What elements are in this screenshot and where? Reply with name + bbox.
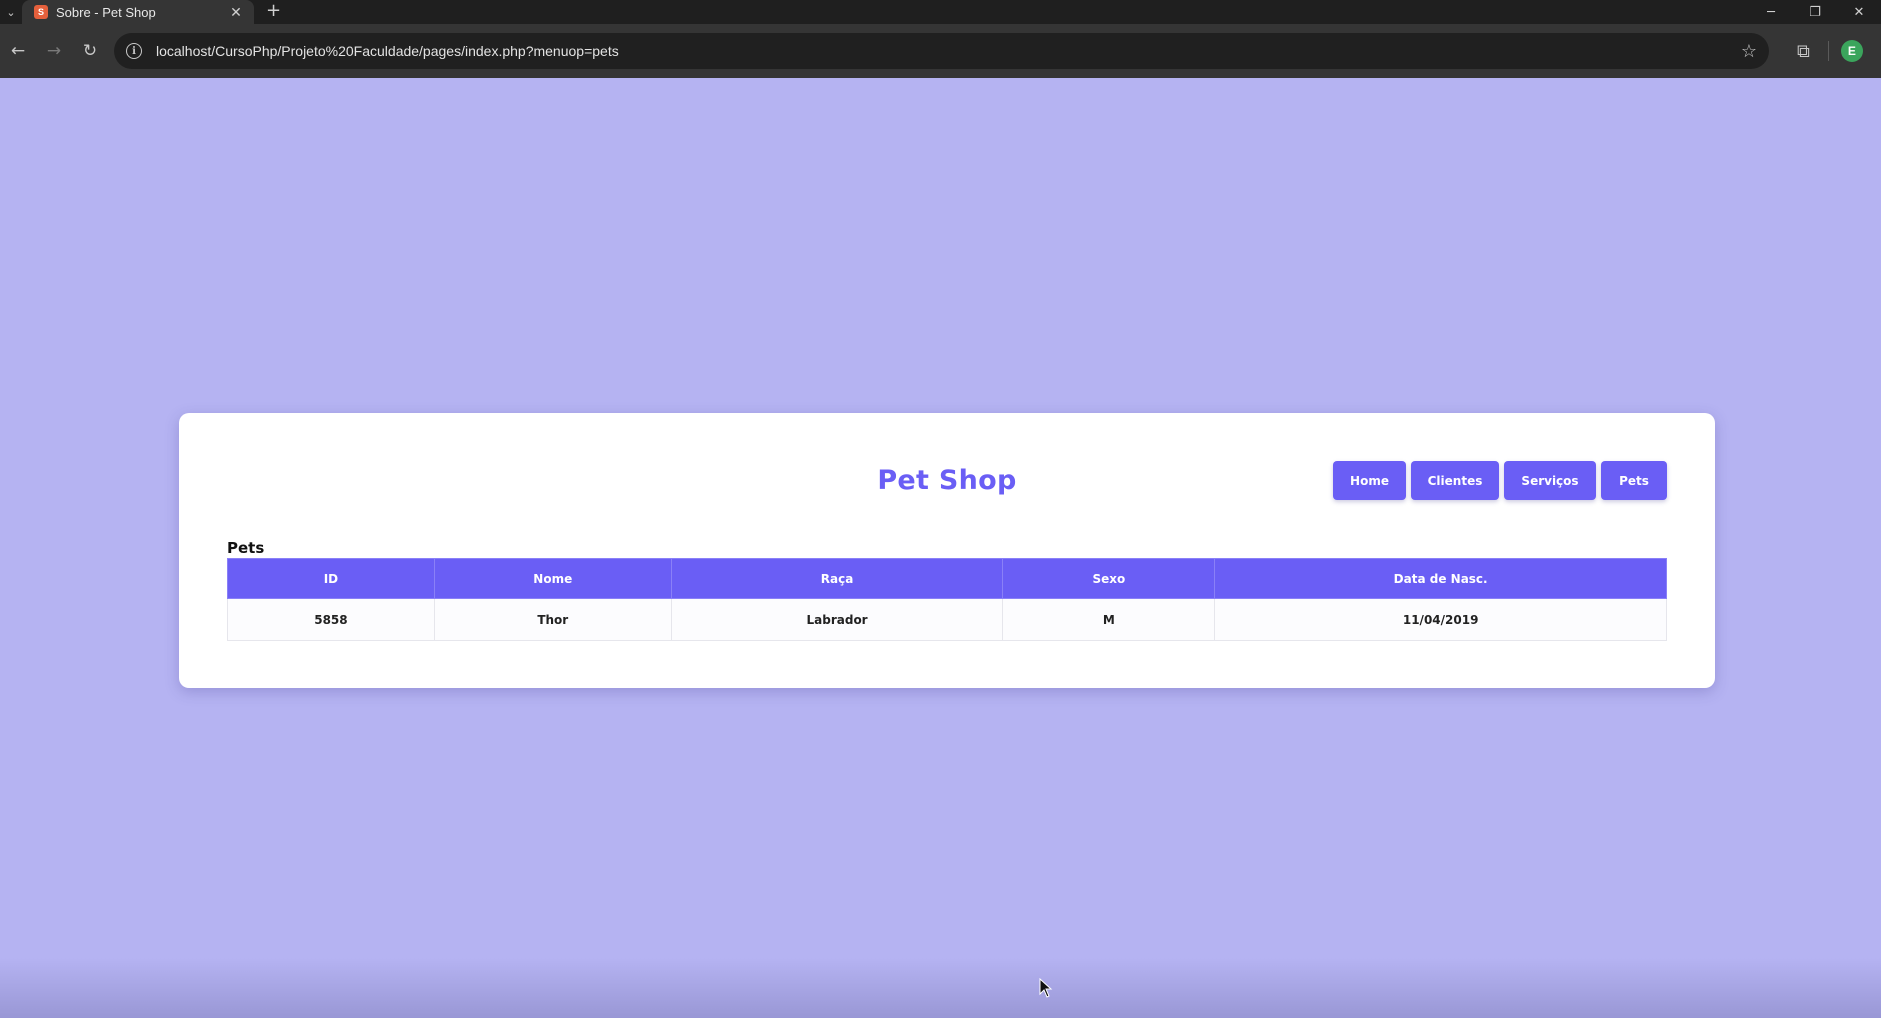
forward-arrow-icon[interactable]: → — [36, 33, 72, 69]
address-bar[interactable]: i localhost/CursoPhp/Projeto%20Faculdade… — [114, 33, 1769, 69]
menu-servicos-button[interactable]: Serviços — [1504, 461, 1596, 500]
column-header-sexo: Sexo — [1002, 558, 1216, 599]
mouse-cursor-icon — [1039, 978, 1053, 998]
page-viewport: Pet Shop Home Clientes Serviços Pets Pet… — [0, 78, 1881, 1018]
back-arrow-icon[interactable]: ← — [0, 33, 36, 69]
reload-icon[interactable]: ↻ — [72, 33, 108, 69]
table-row: 5858 Thor Labrador M 11/04/2019 — [227, 598, 1667, 641]
cell-id: 5858 — [227, 598, 435, 641]
favicon-icon: S — [34, 5, 48, 19]
tab-title: Sobre - Pet Shop — [56, 4, 156, 20]
tab-search-icon[interactable]: ⌄ — [0, 0, 22, 24]
cell-data-nasc: 11/04/2019 — [1214, 598, 1667, 641]
restore-icon[interactable]: ❐ — [1793, 0, 1837, 24]
pets-table: ID Nome Raça Sexo Data de Nasc. 5858 Tho… — [227, 558, 1667, 641]
column-header-id: ID — [227, 558, 435, 599]
content-card: Pet Shop Home Clientes Serviços Pets Pet… — [179, 413, 1715, 688]
cell-sexo: M — [1002, 598, 1216, 641]
menu-clientes-button[interactable]: Clientes — [1411, 461, 1499, 500]
close-icon[interactable]: ✕ — [228, 4, 244, 21]
column-header-raca: Raça — [670, 558, 1004, 599]
cell-nome: Thor — [433, 598, 672, 641]
column-header-data-nasc: Data de Nasc. — [1214, 558, 1667, 599]
site-info-icon[interactable]: i — [126, 43, 142, 59]
browser-tab-active[interactable]: S Sobre - Pet Shop ✕ — [22, 0, 254, 24]
extensions-icon[interactable]: ⧉ — [1797, 41, 1810, 62]
main-menu: Home Clientes Serviços Pets — [1333, 461, 1667, 500]
new-tab-icon[interactable]: + — [266, 0, 281, 24]
table-header-row: ID Nome Raça Sexo Data de Nasc. — [227, 558, 1667, 599]
toolbar-divider — [1827, 41, 1829, 61]
window-close-icon[interactable]: ✕ — [1837, 0, 1881, 24]
minimize-icon[interactable]: ─ — [1749, 0, 1793, 24]
bookmark-star-icon[interactable]: ☆ — [1741, 41, 1757, 62]
url-text[interactable]: localhost/CursoPhp/Projeto%20Faculdade/p… — [156, 43, 1741, 59]
section-title: Pets — [227, 539, 265, 557]
column-header-nome: Nome — [433, 558, 672, 599]
window-controls: ─ ❐ ✕ — [1749, 0, 1881, 24]
browser-tab-strip: ⌄ S Sobre - Pet Shop ✕ + ─ ❐ ✕ — [0, 0, 1881, 24]
browser-toolbar: ← → ↻ i localhost/CursoPhp/Projeto%20Fac… — [0, 24, 1881, 78]
cell-raca: Labrador — [670, 598, 1004, 641]
profile-avatar[interactable]: E — [1840, 40, 1863, 62]
menu-home-button[interactable]: Home — [1333, 461, 1406, 500]
menu-pets-button[interactable]: Pets — [1601, 461, 1667, 500]
